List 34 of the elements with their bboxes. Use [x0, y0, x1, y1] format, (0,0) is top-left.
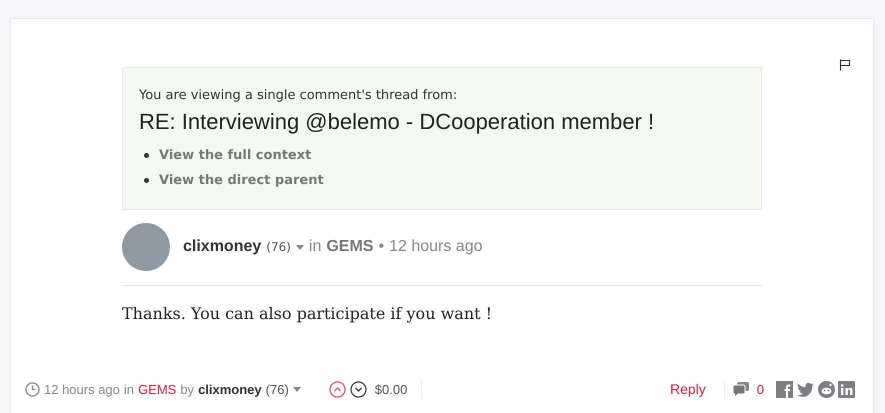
flag-icon[interactable] — [839, 59, 851, 71]
comments-icon[interactable] — [732, 382, 749, 396]
reputation: (76) — [266, 240, 291, 254]
clock-icon — [25, 382, 40, 396]
comment-body: Thanks. You can also participate if you want ! — [122, 304, 494, 323]
caret-icon[interactable] — [296, 244, 304, 250]
linkedin-icon[interactable] — [838, 380, 855, 398]
author-name[interactable]: clixmoney — [198, 382, 262, 396]
comment-count: 0 — [756, 382, 764, 396]
post-time: 12 hours ago — [389, 238, 482, 256]
community-link[interactable]: GEMS — [138, 382, 176, 396]
bird-icon[interactable] — [796, 380, 815, 398]
context-link[interactable]: View the direct parent — [159, 168, 324, 193]
notice-text: You are viewing a single comment's thread from: — [139, 88, 458, 103]
reputation: (76) — [266, 382, 289, 396]
payout[interactable]: $0.00 — [374, 382, 408, 396]
bullet-icon — [144, 153, 149, 158]
context-link[interactable]: View the full context — [159, 143, 312, 168]
thread-title: RE: Interviewing @belemo - DCooperation member ! — [139, 109, 656, 135]
upvote-icon[interactable] — [328, 380, 346, 398]
reply-link[interactable]: Reply — [670, 381, 706, 397]
caret-icon[interactable] — [292, 386, 301, 392]
separator: • — [378, 238, 384, 256]
in-label: in — [308, 238, 322, 256]
community-link[interactable]: GEMS — [326, 238, 374, 256]
author-name[interactable]: clixmoney — [183, 238, 262, 256]
alien-icon[interactable] — [818, 380, 835, 398]
by-label: by — [180, 382, 194, 396]
bullet-icon — [144, 178, 149, 183]
in-label: in — [124, 382, 134, 396]
footer-time: 12 hours ago — [44, 382, 120, 396]
avatar[interactable] — [122, 223, 170, 271]
facebook-icon[interactable] — [776, 380, 793, 398]
downvote-icon[interactable] — [350, 380, 367, 398]
